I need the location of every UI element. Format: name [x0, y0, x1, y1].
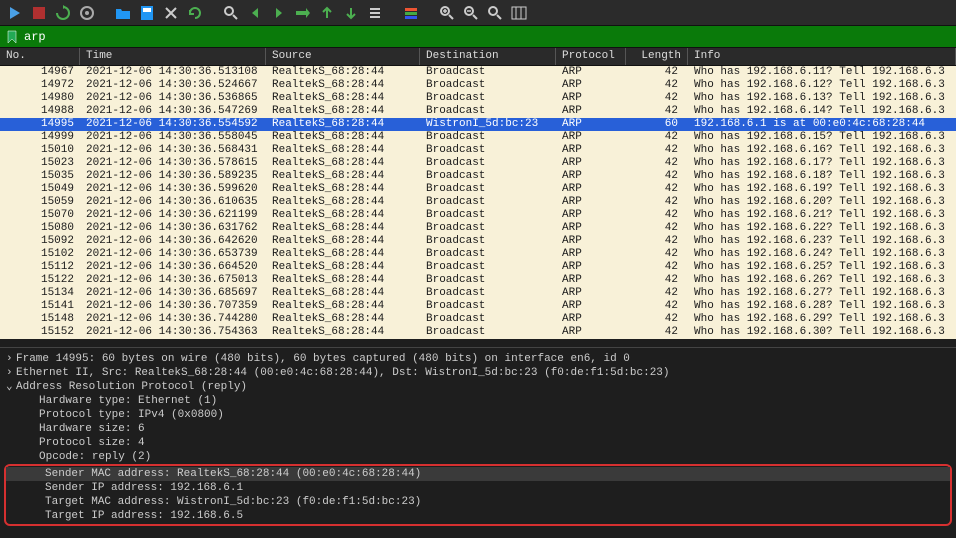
save-file-button[interactable] [136, 2, 158, 24]
detail-target-ip[interactable]: Target IP address: 192.168.6.5 [6, 509, 950, 523]
detail-frame[interactable]: ›Frame 14995: 60 bytes on wire (480 bits… [0, 352, 956, 366]
header-destination[interactable]: Destination [420, 48, 556, 65]
packet-row[interactable]: 149952021-12-06 14:30:36.554592RealtekS_… [0, 118, 956, 131]
detail-hw-type[interactable]: Hardware type: Ethernet (1) [0, 394, 956, 408]
detail-proto-type[interactable]: Protocol type: IPv4 (0x0800) [0, 408, 956, 422]
packet-list[interactable]: 149672021-12-06 14:30:36.513108RealtekS_… [0, 66, 956, 347]
resize-columns-button[interactable] [508, 2, 530, 24]
packet-row[interactable]: 151022021-12-06 14:30:36.653739RealtekS_… [0, 248, 956, 261]
packet-row[interactable]: 150102021-12-06 14:30:36.568431RealtekS_… [0, 144, 956, 157]
display-filter-input[interactable] [24, 30, 952, 44]
go-last-button[interactable] [340, 2, 362, 24]
open-file-button[interactable] [112, 2, 134, 24]
auto-scroll-button[interactable] [364, 2, 386, 24]
packet-row[interactable]: 151522021-12-06 14:30:36.754363RealtekS_… [0, 326, 956, 339]
detail-target-mac[interactable]: Target MAC address: WistronI_5d:bc:23 (f… [6, 495, 950, 509]
packet-row[interactable]: 150232021-12-06 14:30:36.578615RealtekS_… [0, 157, 956, 170]
stop-capture-button[interactable] [28, 2, 50, 24]
start-capture-button[interactable] [4, 2, 26, 24]
header-length[interactable]: Length [626, 48, 688, 65]
find-packet-button[interactable] [220, 2, 242, 24]
go-forward-button[interactable] [268, 2, 290, 24]
header-no[interactable]: No. [0, 48, 80, 65]
close-file-button[interactable] [160, 2, 182, 24]
go-to-packet-button[interactable] [292, 2, 314, 24]
colorize-button[interactable] [400, 2, 422, 24]
go-back-button[interactable] [244, 2, 266, 24]
detail-sender-ip[interactable]: Sender IP address: 192.168.6.1 [6, 481, 950, 495]
highlight-box: Sender MAC address: RealtekS_68:28:44 (0… [4, 464, 952, 526]
packet-row[interactable]: 150802021-12-06 14:30:36.631762RealtekS_… [0, 222, 956, 235]
packet-row[interactable]: 149672021-12-06 14:30:36.513108RealtekS_… [0, 66, 956, 79]
packet-row[interactable]: 149992021-12-06 14:30:36.558045RealtekS_… [0, 131, 956, 144]
packet-row[interactable]: 149722021-12-06 14:30:36.524667RealtekS_… [0, 79, 956, 92]
detail-proto-size[interactable]: Protocol size: 4 [0, 436, 956, 450]
header-time[interactable]: Time [80, 48, 266, 65]
packet-row[interactable]: 151482021-12-06 14:30:36.744280RealtekS_… [0, 313, 956, 326]
header-source[interactable]: Source [266, 48, 420, 65]
zoom-in-button[interactable] [436, 2, 458, 24]
packet-list-headers: No. Time Source Destination Protocol Len… [0, 48, 956, 66]
header-info[interactable]: Info [688, 48, 956, 65]
restart-capture-button[interactable] [52, 2, 74, 24]
capture-options-button[interactable] [76, 2, 98, 24]
go-first-button[interactable] [316, 2, 338, 24]
packet-row[interactable]: 150592021-12-06 14:30:36.610635RealtekS_… [0, 196, 956, 209]
reload-file-button[interactable] [184, 2, 206, 24]
packet-row[interactable]: 150492021-12-06 14:30:36.599620RealtekS_… [0, 183, 956, 196]
packet-row[interactable]: 150922021-12-06 14:30:36.642620RealtekS_… [0, 235, 956, 248]
detail-hw-size[interactable]: Hardware size: 6 [0, 422, 956, 436]
packet-row[interactable]: 151122021-12-06 14:30:36.664520RealtekS_… [0, 261, 956, 274]
detail-opcode[interactable]: Opcode: reply (2) [0, 450, 956, 464]
packet-row[interactable]: 150702021-12-06 14:30:36.621199RealtekS_… [0, 209, 956, 222]
packet-row[interactable]: 151222021-12-06 14:30:36.675013RealtekS_… [0, 274, 956, 287]
packet-row[interactable]: 149802021-12-06 14:30:36.536865RealtekS_… [0, 92, 956, 105]
packet-details-pane[interactable]: ›Frame 14995: 60 bytes on wire (480 bits… [0, 347, 956, 538]
bookmark-filter-icon[interactable] [4, 29, 20, 45]
detail-arp-header[interactable]: ⌄Address Resolution Protocol (reply) [0, 380, 956, 394]
zoom-out-button[interactable] [460, 2, 482, 24]
display-filter-bar [0, 26, 956, 48]
main-toolbar [0, 0, 956, 26]
zoom-reset-button[interactable] [484, 2, 506, 24]
detail-sender-mac[interactable]: Sender MAC address: RealtekS_68:28:44 (0… [6, 467, 950, 481]
detail-ethernet[interactable]: ›Ethernet II, Src: RealtekS_68:28:44 (00… [0, 366, 956, 380]
packet-row[interactable]: 151412021-12-06 14:30:36.707359RealtekS_… [0, 300, 956, 313]
packet-row[interactable]: 150352021-12-06 14:30:36.589235RealtekS_… [0, 170, 956, 183]
header-protocol[interactable]: Protocol [556, 48, 626, 65]
packet-row[interactable]: 151342021-12-06 14:30:36.685697RealtekS_… [0, 287, 956, 300]
packet-row[interactable]: 149882021-12-06 14:30:36.547269RealtekS_… [0, 105, 956, 118]
